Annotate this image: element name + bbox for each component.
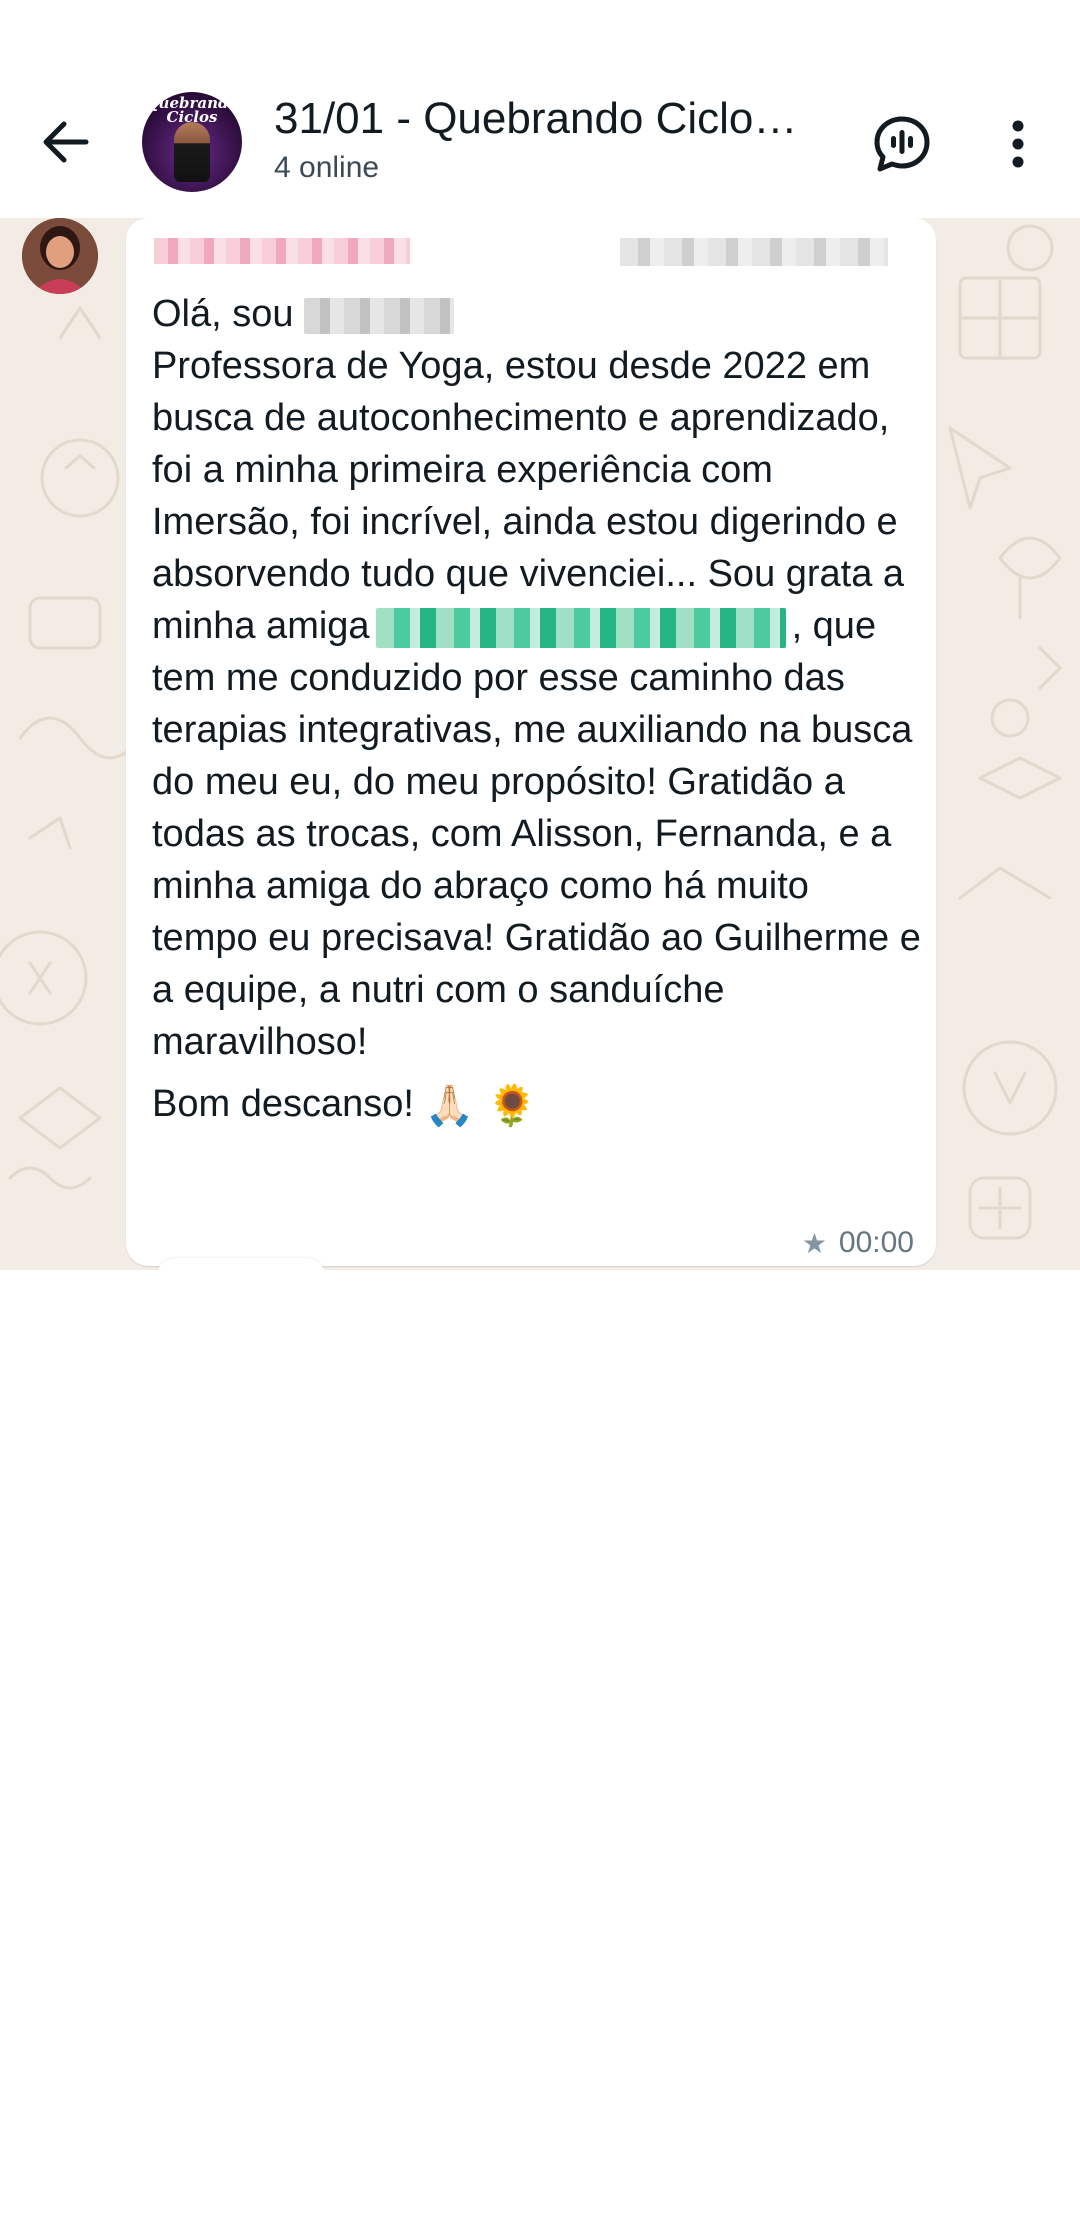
empty-area (0, 1270, 1080, 2224)
overflow-menu-button[interactable] (990, 110, 1046, 178)
sender-avatar[interactable] (22, 218, 98, 294)
message-time: 00:00 (838, 1226, 914, 1259)
voice-chat-button[interactable] (866, 110, 938, 178)
group-avatar[interactable]: Quebrando Ciclos (142, 92, 242, 192)
starred-icon: ★ (801, 1226, 827, 1260)
chat-messages-area[interactable]: Olá, sou Professora de Yoga, estou desde… (0, 218, 1080, 1270)
chat-title: 31/01 - Quebrando Ciclo… (274, 94, 798, 143)
redacted-name (304, 297, 455, 334)
avatar-logo-text: Quebrando Ciclos (145, 94, 239, 126)
online-count: 4 online (274, 151, 380, 184)
message-closing: Bom descanso! (152, 1083, 414, 1125)
message-body-part-1: Professora de Yoga, estou desde 2022 em … (152, 345, 905, 647)
sender-photo (22, 218, 98, 294)
emoji-pray-sunflower: 🙏🏻 🌻 (424, 1082, 537, 1129)
sender-phone-redacted (620, 238, 888, 266)
redacted-mention[interactable] (375, 607, 786, 648)
message-body-part-2: , que tem me conduzido por esse caminho … (152, 605, 921, 1063)
message-text: Olá, sou Professora de Yoga, estou desde… (152, 288, 922, 1132)
sender-name-redacted[interactable] (154, 238, 410, 264)
message-intro: Olá, sou (152, 293, 294, 335)
more-vertical-icon (1012, 120, 1024, 168)
message-meta: ★ 00:00 (802, 1226, 914, 1260)
arrow-left-icon (43, 121, 89, 163)
chat-title-block[interactable]: 31/01 - Quebrando Ciclo… 4 online (274, 92, 834, 188)
back-button[interactable] (30, 108, 102, 176)
message-bubble[interactable]: Olá, sou Professora de Yoga, estou desde… (126, 218, 936, 1266)
chat-header: Quebrando Ciclos 31/01 - Quebrando Ciclo… (0, 0, 1080, 218)
avatar-person-figure (174, 122, 210, 182)
voice-chat-icon (874, 116, 930, 172)
next-message-bubble-edge[interactable] (156, 1258, 326, 1270)
